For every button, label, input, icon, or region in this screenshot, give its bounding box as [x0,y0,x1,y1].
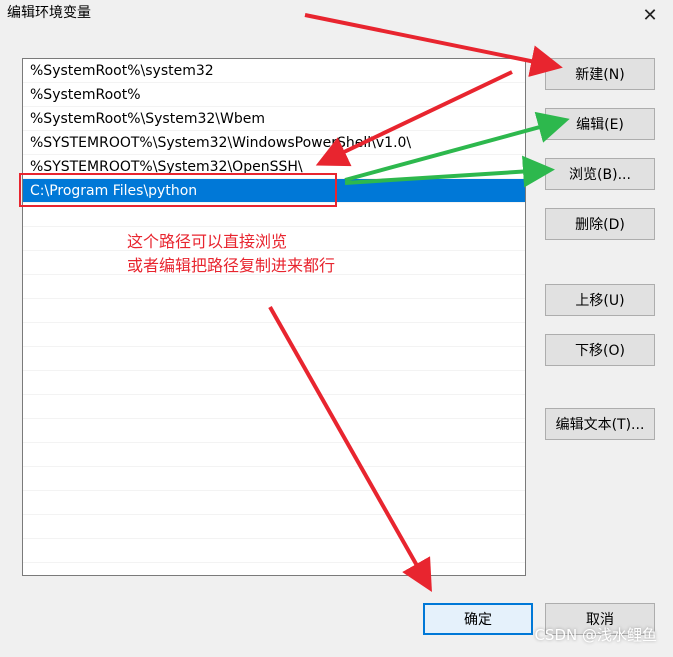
path-list-item[interactable] [23,395,525,419]
path-list-item[interactable] [23,419,525,443]
ok-button[interactable]: 确定 [423,603,533,635]
path-list-item[interactable] [23,443,525,467]
path-list-item[interactable] [23,323,525,347]
path-list-item[interactable]: %SystemRoot%\system32 [23,59,525,83]
path-list-item[interactable]: %SYSTEMROOT%\System32\WindowsPowerShell\… [23,131,525,155]
path-list-item[interactable] [23,515,525,539]
path-list-item[interactable] [23,491,525,515]
watermark: CSDN @浅水鲤鱼 [534,626,657,644]
path-list-item[interactable]: %SystemRoot% [23,83,525,107]
edit-text-button[interactable]: 编辑文本(T)... [545,408,655,440]
path-list-item[interactable] [23,275,525,299]
move-up-button[interactable]: 上移(U) [545,284,655,316]
path-list-item[interactable] [23,299,525,323]
annotation-line-1: 这个路径可以直接浏览 [127,232,288,251]
path-list-item[interactable]: %SystemRoot%\System32\Wbem [23,107,525,131]
move-down-button[interactable]: 下移(O) [545,334,655,366]
browse-button[interactable]: 浏览(B)... [545,158,655,190]
annotation-note: 这个路径可以直接浏览 或者编辑把路径复制进来都行 [127,230,335,278]
path-list-item[interactable] [23,467,525,491]
delete-button[interactable]: 删除(D) [545,208,655,240]
close-icon[interactable]: ✕ [627,0,673,30]
edit-button[interactable]: 编辑(E) [545,108,655,140]
path-listbox[interactable]: %SystemRoot%\system32 %SystemRoot% %System… [22,58,526,576]
dialog-title: 编辑环境变量 [7,5,91,21]
annotation-highlight-box [19,173,337,207]
path-list-item[interactable] [23,539,525,563]
path-list-item[interactable] [23,371,525,395]
new-button[interactable]: 新建(N) [545,58,655,90]
path-list-item[interactable] [23,347,525,371]
annotation-line-2: 或者编辑把路径复制进来都行 [127,256,336,275]
